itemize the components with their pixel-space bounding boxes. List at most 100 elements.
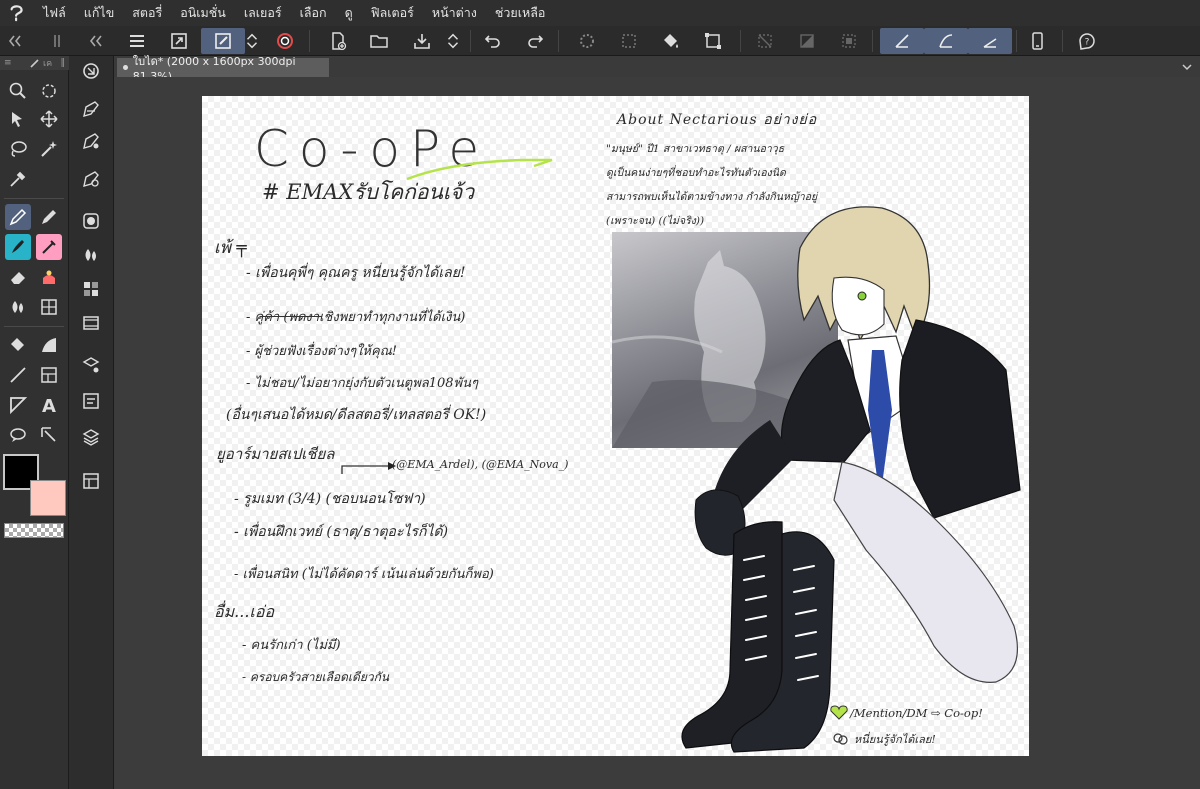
airbrush-tool-icon[interactable] xyxy=(36,234,62,260)
other-header: อื่ม...เอ่อ xyxy=(214,602,275,621)
brush-size-icon[interactable] xyxy=(78,96,104,122)
footer-mention: /Mention/DM ⇨ Co-op! xyxy=(850,706,983,720)
open-folder-icon[interactable] xyxy=(366,28,392,54)
invert-selection-icon[interactable] xyxy=(794,28,820,54)
fullscreen-icon[interactable] xyxy=(166,28,192,54)
text-tool-icon[interactable]: A xyxy=(36,392,62,418)
blend-tool-icon[interactable] xyxy=(5,294,31,320)
redo-icon[interactable] xyxy=(522,28,548,54)
eyedropper-icon[interactable] xyxy=(5,166,31,192)
fill-icon[interactable] xyxy=(658,28,684,54)
layer-panel-icon[interactable] xyxy=(78,424,104,450)
material-panel-icon[interactable] xyxy=(78,468,104,494)
menu-help[interactable]: ช่วยเหลือ xyxy=(486,3,555,23)
rotate-view-icon[interactable] xyxy=(36,78,62,104)
pen-tab-icon xyxy=(30,59,39,68)
menu-filter[interactable]: ฟิลเตอร์ xyxy=(362,3,423,23)
hamburger-menu-icon[interactable] xyxy=(124,28,150,54)
pencil-tool-icon[interactable] xyxy=(36,204,62,230)
layer-search-icon[interactable] xyxy=(78,388,104,414)
special-item-3: - เพื่อนสนิท (ไม่ได้คัดดาร์ เน้นเล่นด้วย… xyxy=(234,567,494,582)
stabilization-high-button[interactable] xyxy=(968,28,1012,54)
sub-color-swatch[interactable] xyxy=(30,480,66,516)
menu-story[interactable]: สตอรี่ xyxy=(123,3,171,23)
magic-wand-icon[interactable] xyxy=(36,136,62,162)
menu-layer[interactable]: เลเยอร์ xyxy=(235,3,291,23)
zoom-icon[interactable] xyxy=(5,78,31,104)
balloon-tool-icon[interactable] xyxy=(5,422,31,448)
stabilization-low-button[interactable] xyxy=(880,28,924,54)
about-line-1: "มนุษย์" ปี1 สาขาเวทธาตุ / ผสานอาวุธ xyxy=(606,143,785,155)
svg-text:A: A xyxy=(42,396,56,415)
tab-list-chevron-icon[interactable] xyxy=(1180,59,1194,73)
menu-select[interactable]: เลือก xyxy=(291,3,336,23)
frame-border-icon[interactable] xyxy=(36,294,62,320)
document-tab[interactable]: ใบได* (2000 x 1600px 300dpi 81.3%) xyxy=(117,55,329,83)
special-header: ยูอาร์มายสเปเชียล xyxy=(216,445,335,463)
menu-file[interactable]: ไฟล์ xyxy=(34,3,75,23)
collapse-panel-icon[interactable] xyxy=(4,28,30,54)
about-line-2: ดูเป็นคนง่ายๆที่ชอบทำอะไรทันตัวเองนิด xyxy=(606,167,786,179)
transform-icon[interactable] xyxy=(700,28,726,54)
clear-icon[interactable] xyxy=(574,28,600,54)
correct-line-tool-icon[interactable] xyxy=(36,422,62,448)
ruler-tool-icon[interactable] xyxy=(5,392,31,418)
app-logo-icon[interactable] xyxy=(0,0,34,26)
sticker-icon xyxy=(832,731,848,745)
color-circle-icon[interactable] xyxy=(78,208,104,234)
smartphone-icon[interactable] xyxy=(1024,28,1050,54)
figure-tool-icon[interactable] xyxy=(5,362,31,388)
footer-note: หนี่ยนรู้จักได้เลย! xyxy=(854,733,936,746)
tool-panel: ≡ ‖ เค A xyxy=(0,56,69,789)
menu-view[interactable]: ดู xyxy=(336,3,362,23)
save-icon[interactable] xyxy=(409,28,435,54)
edit-mode-button[interactable] xyxy=(201,28,245,54)
transparent-color-swatch[interactable] xyxy=(4,523,64,538)
menu-edit[interactable]: แก้ไข xyxy=(75,3,123,23)
pen-tool-icon[interactable] xyxy=(5,204,31,230)
grip-icon[interactable] xyxy=(44,28,70,54)
frame-tool-icon[interactable] xyxy=(36,362,62,388)
document-tab-strip: ใบได* (2000 x 1600px 300dpi 81.3%) xyxy=(114,55,1200,83)
eraser-icon[interactable] xyxy=(5,264,31,290)
stabilization-mid-button[interactable] xyxy=(924,28,968,54)
menu-animation[interactable]: อนิเมชั่น xyxy=(171,3,235,23)
list-item-5: (อื่นๆเสนอได้หมด/ดีลสตอรี่/เทลสตอรี่ OK!… xyxy=(226,407,487,423)
tool-property-icon[interactable] xyxy=(78,128,104,154)
special-item-2: - เพื่อนฝึกเวทย์ (ธาตุ/ธาตุอะไรก็ได้) xyxy=(234,524,449,540)
undo-icon[interactable] xyxy=(480,28,506,54)
list-item-1: - เพื่อนคุพี่ๆ คุณครู หนี่ยนรู้จักได้เลย… xyxy=(246,265,466,281)
tool-panel-tab[interactable]: เค xyxy=(43,56,52,70)
lasso-icon[interactable] xyxy=(5,136,31,162)
object-select-icon[interactable] xyxy=(5,106,31,132)
timeline-icon[interactable] xyxy=(78,310,104,336)
artwork-subtitle: # EMAXรับโคก่อนเจ้ว xyxy=(262,180,475,204)
sub-tool-panel xyxy=(69,56,114,789)
clear-outside-icon[interactable] xyxy=(616,28,642,54)
app-badge-icon[interactable] xyxy=(272,28,298,54)
collapse-panel-right-icon[interactable] xyxy=(85,28,111,54)
navigator-icon[interactable] xyxy=(78,58,104,84)
handle-arrow xyxy=(341,462,396,474)
select-all-icon[interactable] xyxy=(836,28,862,54)
help-icon[interactable]: ? xyxy=(1074,28,1100,54)
updown-stepper-icon[interactable] xyxy=(243,28,261,54)
new-file-icon[interactable] xyxy=(325,28,351,54)
list-header: เพ้ ╤ xyxy=(214,238,247,258)
deselect-icon[interactable] xyxy=(752,28,778,54)
sub-tool-detail-icon[interactable] xyxy=(78,166,104,192)
list-item-3: - ผู้ช่วยฟังเรื่องต่างๆให้คุณ! xyxy=(246,344,397,359)
list-item-4: - ไม่ชอบ/ไม่อยากยุ่งกับตัวเนตูพล108พันๆ xyxy=(246,376,478,391)
move-layer-icon[interactable] xyxy=(36,106,62,132)
gradient-tool-icon[interactable] xyxy=(36,332,62,358)
menu-window[interactable]: หน้าต่าง xyxy=(423,3,486,23)
decoration-tool-icon[interactable] xyxy=(36,264,62,290)
color-set-icon[interactable] xyxy=(78,276,104,302)
special-handles: (@EMA_Ardel), (@EMA_Nova_) xyxy=(392,458,569,471)
drawing-canvas[interactable]: Co-oPe # EMAXรับโคก่อนเจ้ว About Nectari… xyxy=(202,96,1029,756)
save-options-stepper-icon[interactable] xyxy=(444,28,462,54)
brush-tool-icon[interactable] xyxy=(5,234,31,260)
layer-property-icon[interactable] xyxy=(78,352,104,378)
fill-tool-icon[interactable] xyxy=(5,332,31,358)
color-mixing-icon[interactable] xyxy=(78,242,104,268)
